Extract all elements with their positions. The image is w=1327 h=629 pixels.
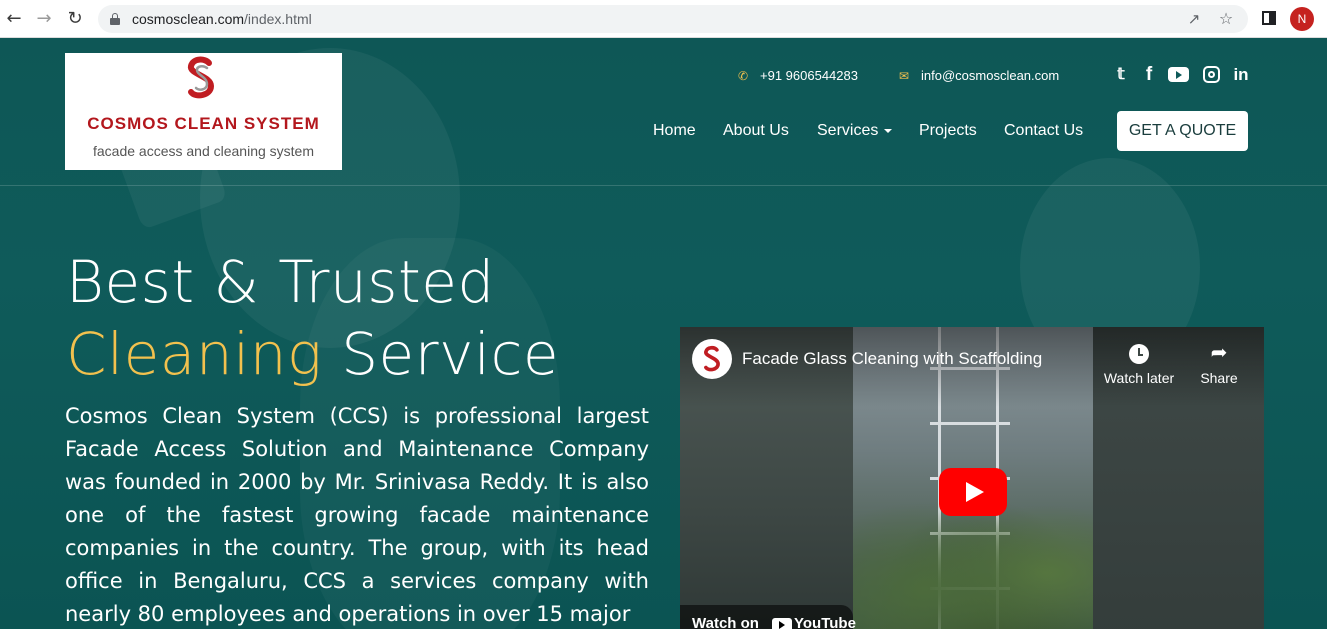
hero-description: Cosmos Clean System (CCS) is professiona… xyxy=(65,404,649,626)
play-button[interactable] xyxy=(939,468,1007,516)
url-text[interactable]: cosmosclean.com/index.html xyxy=(132,5,312,33)
get-a-quote-button[interactable]: GET A QUOTE xyxy=(1117,111,1248,151)
share-page-icon[interactable]: ↗ xyxy=(1184,9,1204,29)
logo-subtitle: facade access and cleaning system xyxy=(92,143,314,159)
address-bar[interactable]: cosmosclean.com/index.html ↗ ☆ xyxy=(98,5,1248,33)
nav-services-dropdown[interactable]: Services xyxy=(817,120,893,142)
clock-icon xyxy=(1129,343,1149,364)
envelope-icon: ✉ xyxy=(899,69,910,83)
caret-down-icon xyxy=(884,128,893,133)
bookmark-star-icon[interactable]: ☆ xyxy=(1216,9,1236,29)
hero-heading-rest: Service xyxy=(322,320,560,388)
site-logo[interactable]: COSMOS CLEAN SYSTEM facade access and cl… xyxy=(65,53,342,170)
youtube-wordmark: YouTube xyxy=(794,615,856,629)
forward-arrow-icon[interactable]: → xyxy=(33,8,55,30)
nav-about-us[interactable]: About Us xyxy=(723,120,789,142)
nav-projects[interactable]: Projects xyxy=(919,120,977,142)
website-page: COSMOS CLEAN SYSTEM facade access and cl… xyxy=(0,38,1327,629)
twitter-icon[interactable]: 𝕥 xyxy=(1111,64,1131,86)
nav-services-label: Services xyxy=(817,122,879,139)
hero-highlight-word: Cleaning xyxy=(66,320,323,388)
nav-contact-us[interactable]: Contact Us xyxy=(1004,120,1083,142)
linkedin-icon[interactable]: in xyxy=(1232,64,1250,86)
watch-on-label: Watch on xyxy=(692,615,759,629)
youtube-icon[interactable] xyxy=(1168,67,1189,82)
phone-icon: ✆ xyxy=(738,69,749,83)
cosmos-logo-icon xyxy=(188,56,215,99)
logo-title: COSMOS CLEAN SYSTEM xyxy=(87,114,320,133)
share-arrow-icon: ➦ xyxy=(1210,342,1228,364)
header-divider xyxy=(0,185,1327,186)
watch-later-label: Watch later xyxy=(1103,370,1175,386)
phone-contact[interactable]: ✆ +91 9606544283 xyxy=(738,68,858,84)
email-contact[interactable]: ✉ info@cosmosclean.com xyxy=(899,68,1059,84)
profile-avatar[interactable]: N xyxy=(1290,7,1314,31)
nav-home[interactable]: Home xyxy=(653,120,696,142)
side-panel-icon[interactable] xyxy=(1262,11,1276,25)
youtube-video-embed[interactable]: Facade Glass Cleaning with Scaffolding W… xyxy=(680,327,1264,629)
email-address: info@cosmosclean.com xyxy=(921,68,1060,83)
browser-toolbar: ← → ↻ cosmosclean.com/index.html ↗ ☆ N xyxy=(0,0,1327,38)
video-title[interactable]: Facade Glass Cleaning with Scaffolding xyxy=(742,347,1042,371)
hero-heading-line-2: Cleaning Service xyxy=(66,320,559,388)
url-host: cosmosclean.com xyxy=(132,11,245,27)
channel-logo-icon xyxy=(704,345,720,372)
watch-on-youtube-button[interactable]: Watch on YouTube xyxy=(680,605,856,629)
youtube-logo-icon xyxy=(772,618,792,629)
facebook-icon[interactable]: f xyxy=(1141,64,1157,86)
lock-icon xyxy=(110,13,120,25)
instagram-icon[interactable] xyxy=(1203,66,1220,83)
share-label: Share xyxy=(1200,370,1238,386)
reload-icon[interactable]: ↻ xyxy=(64,8,86,30)
channel-avatar[interactable] xyxy=(692,339,732,379)
phone-number: +91 9606544283 xyxy=(760,68,858,83)
back-arrow-icon[interactable]: ← xyxy=(3,8,25,30)
video-share-button[interactable]: ➦ Share xyxy=(1179,339,1259,386)
url-path: /index.html xyxy=(244,11,312,27)
hero-heading-line-1: Best & Trusted xyxy=(66,248,495,316)
watch-later-button[interactable]: Watch later xyxy=(1099,339,1179,386)
